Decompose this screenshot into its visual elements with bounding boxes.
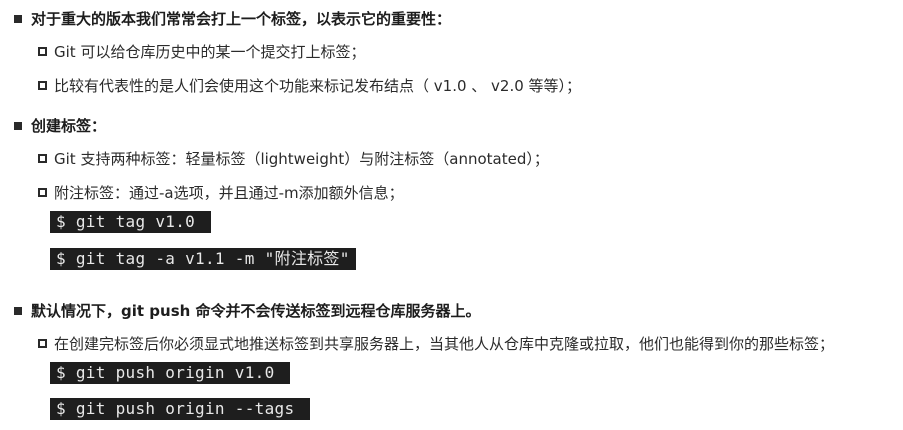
square-bullet-icon bbox=[14, 14, 22, 23]
list-item-text: Git 支持两种标签：轻量标签（lightweight）与附注标签（annota… bbox=[54, 150, 549, 168]
hollow-square-bullet-icon bbox=[38, 188, 47, 197]
list-item-text: Git 可以给仓库历史中的某一个提交打上标签； bbox=[54, 43, 366, 61]
hollow-square-bullet-icon bbox=[38, 154, 47, 163]
section-heading-importance: 对于重大的版本我们常常会打上一个标签，以表示它的重要性： bbox=[14, 8, 451, 29]
section-heading-git-push: 默认情况下，git push 命令并不会传送标签到远程仓库服务器上。 bbox=[14, 300, 481, 321]
hollow-square-bullet-icon bbox=[38, 47, 47, 56]
hollow-square-bullet-icon bbox=[38, 81, 47, 90]
list-item: 在创建完标签后你必须显式地推送标签到共享服务器上，当其他人从仓库中克隆或拉取，他… bbox=[38, 333, 834, 354]
hollow-square-bullet-icon bbox=[38, 339, 47, 348]
code-block: $ git push origin v1.0 bbox=[50, 362, 291, 384]
heading-text: 创建标签： bbox=[31, 117, 107, 135]
list-item-text: 比较有代表性的是人们会使用这个功能来标记发布结点（ v1.0 、 v2.0 等等… bbox=[54, 77, 582, 95]
heading-text: 默认情况下，git push 命令并不会传送标签到远程仓库服务器上。 bbox=[31, 302, 481, 320]
code-block: $ git push origin --tags bbox=[50, 398, 311, 420]
heading-text: 对于重大的版本我们常常会打上一个标签，以表示它的重要性： bbox=[31, 10, 452, 28]
square-bullet-icon bbox=[14, 121, 22, 130]
code-block: $ git tag -a v1.1 -m "附注标签" bbox=[50, 248, 356, 270]
list-item: 附注标签：通过-a选项，并且通过-m添加额外信息； bbox=[38, 182, 404, 203]
list-item-text: 在创建完标签后你必须显式地推送标签到共享服务器上，当其他人从仓库中克隆或拉取，他… bbox=[54, 335, 835, 353]
code-block: $ git tag v1.0 bbox=[50, 211, 211, 233]
list-item-text: 附注标签：通过-a选项，并且通过-m添加额外信息； bbox=[54, 184, 404, 202]
section-heading-create-tag: 创建标签： bbox=[14, 115, 106, 136]
list-item: Git 支持两种标签：轻量标签（lightweight）与附注标签（annota… bbox=[38, 148, 549, 169]
square-bullet-icon bbox=[14, 306, 22, 315]
list-item: Git 可以给仓库历史中的某一个提交打上标签； bbox=[38, 41, 365, 62]
list-item: 比较有代表性的是人们会使用这个功能来标记发布结点（ v1.0 、 v2.0 等等… bbox=[38, 75, 581, 96]
